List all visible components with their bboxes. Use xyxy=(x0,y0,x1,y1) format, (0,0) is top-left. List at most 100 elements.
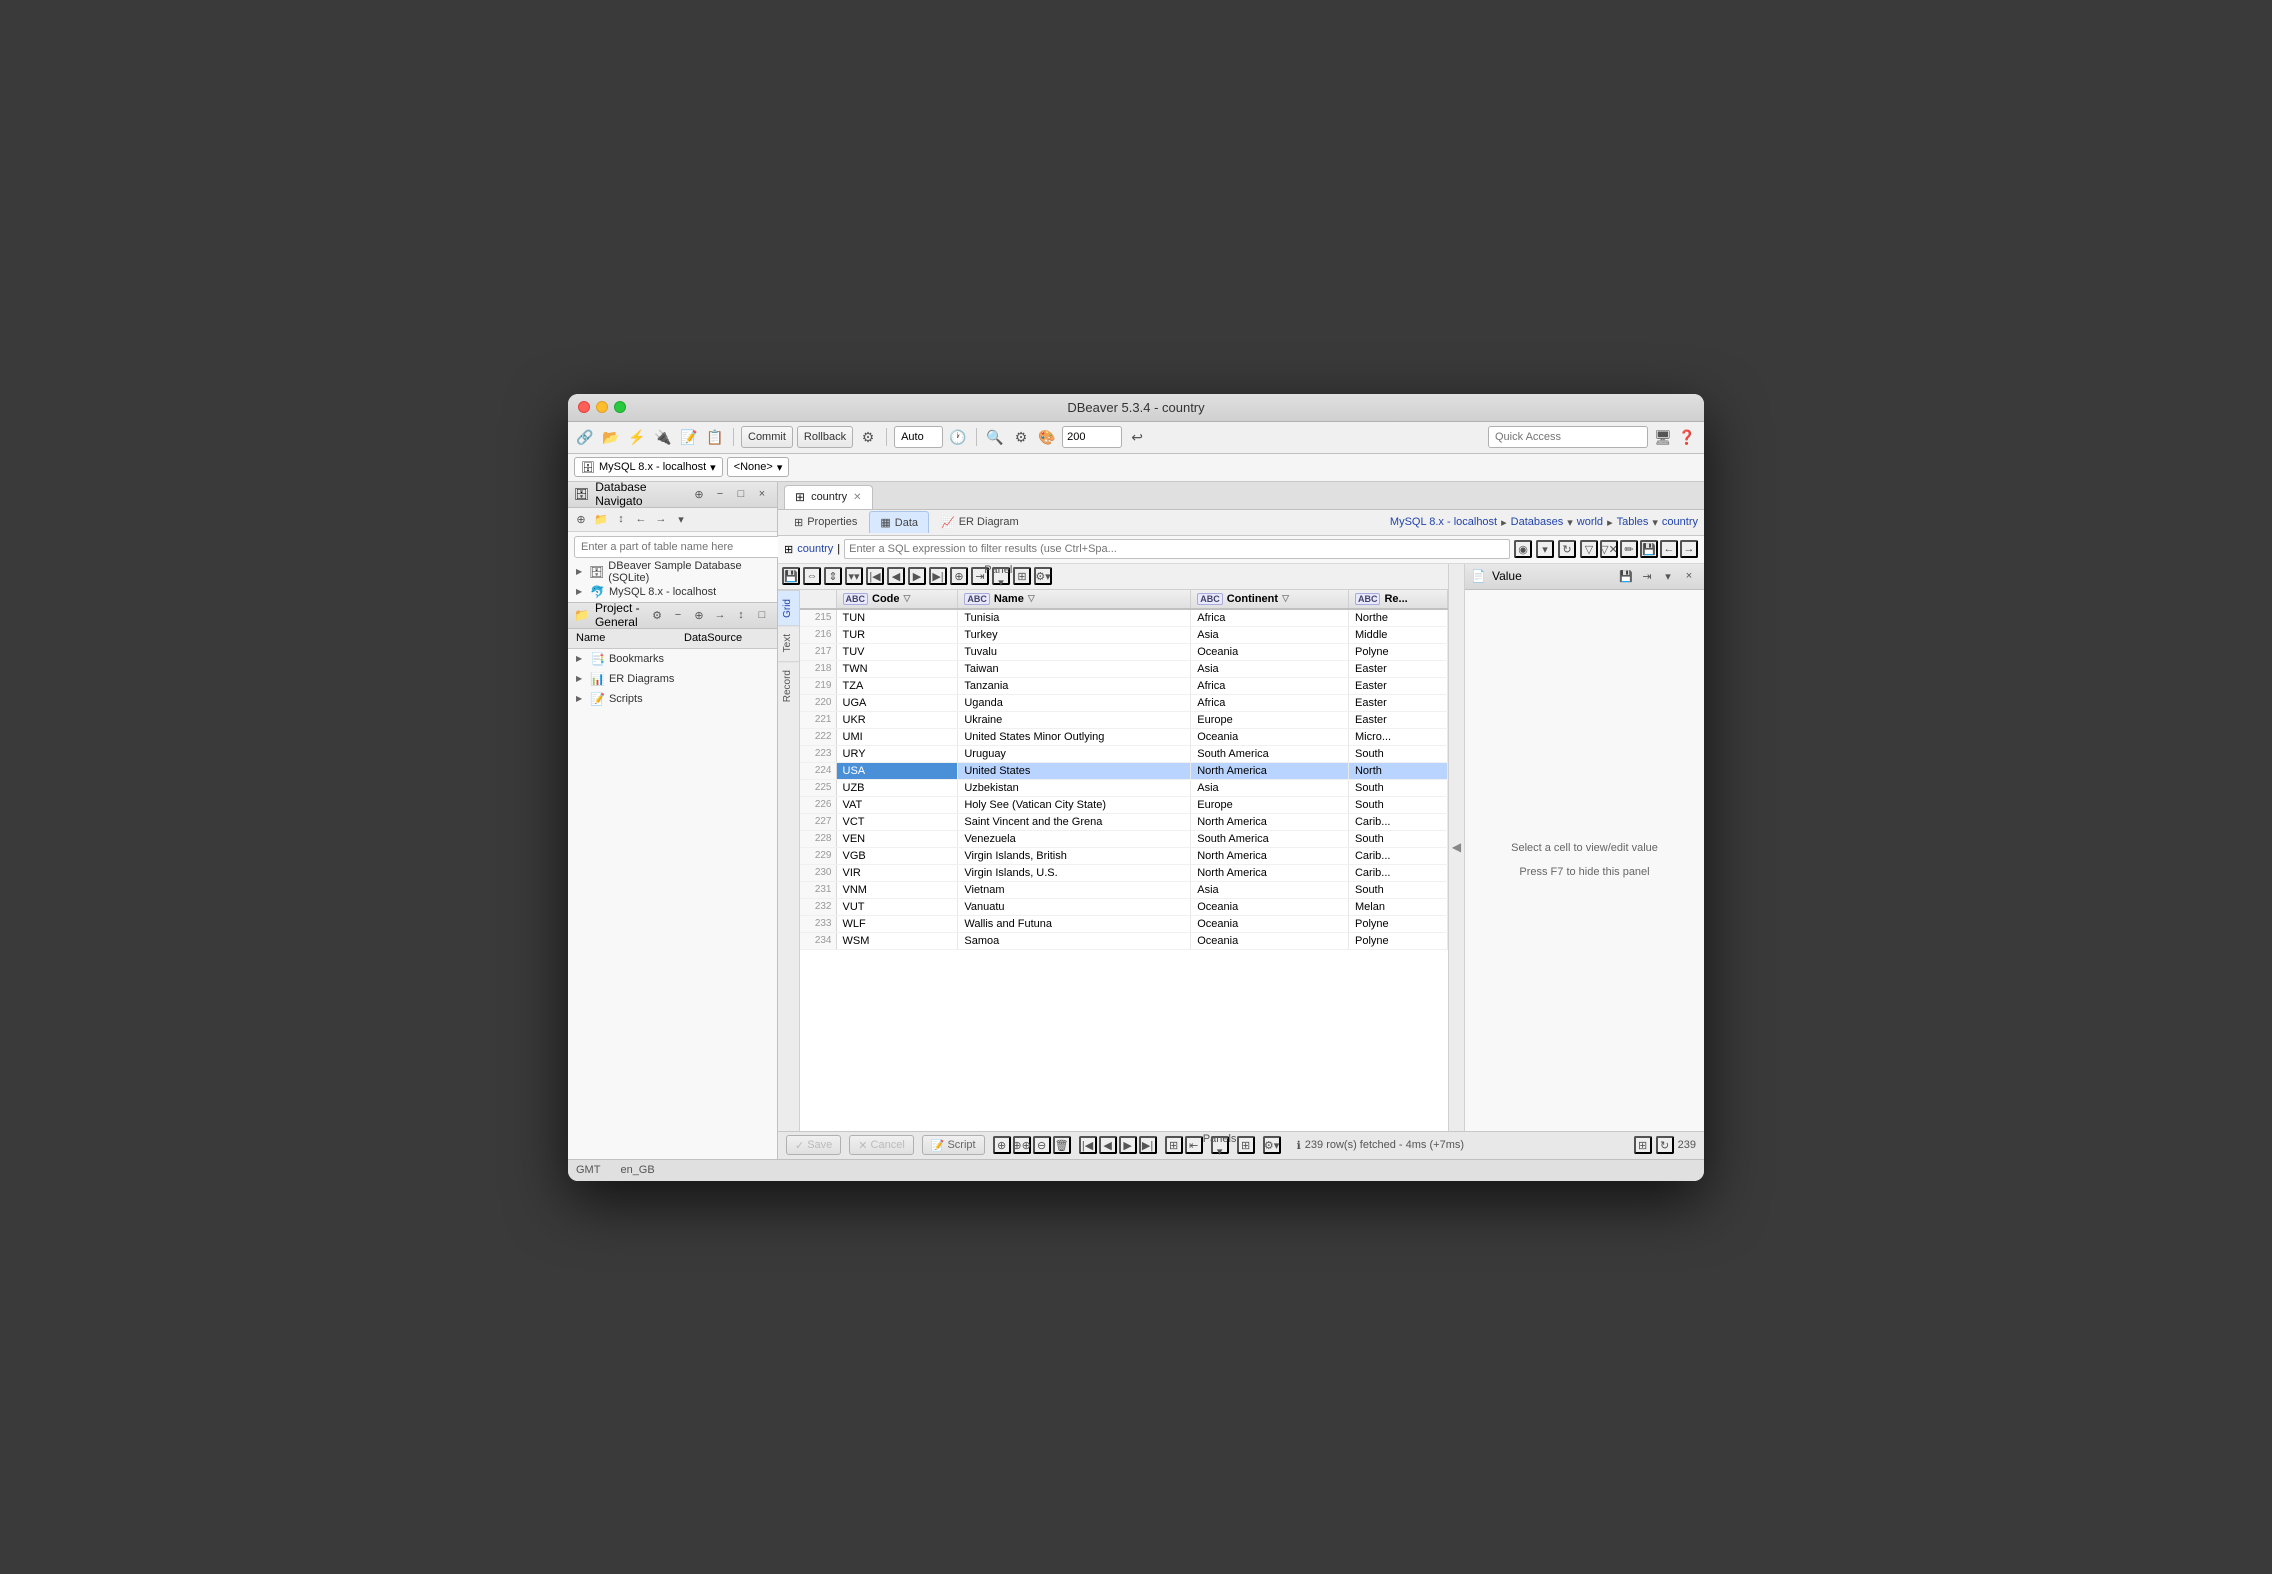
table-row[interactable]: 216TURTurkeyAsiaMiddle xyxy=(800,626,1448,643)
cell-region[interactable]: Northe xyxy=(1348,609,1447,627)
folder-icon[interactable]: 📁 xyxy=(592,510,610,528)
cell-region[interactable]: Easter xyxy=(1348,677,1447,694)
palette-button[interactable]: 🎨 xyxy=(1036,426,1058,448)
row-add-copy-icon[interactable]: ⊕⊕ xyxy=(1013,1136,1031,1154)
row-clear-icon[interactable]: 🗑 xyxy=(1053,1136,1071,1154)
first-row-icon[interactable]: |◀ xyxy=(866,567,884,585)
cell-name[interactable]: Vanuatu xyxy=(958,898,1191,915)
cell-region[interactable]: Polyne xyxy=(1348,932,1447,949)
connect-button[interactable]: ⚡ xyxy=(626,426,648,448)
table-row[interactable]: 232VUTVanuatuOceaniaMelan xyxy=(800,898,1448,915)
filter-edit-icon[interactable]: ✏ xyxy=(1620,540,1638,558)
cell-continent[interactable]: Oceania xyxy=(1191,898,1349,915)
col-region[interactable]: ABC Re... xyxy=(1348,590,1447,609)
refresh-icon[interactable]: ↻ xyxy=(1656,1136,1674,1154)
cell-name[interactable]: Uruguay xyxy=(958,745,1191,762)
breadcrumb-world[interactable]: world xyxy=(1577,516,1603,528)
next-row-icon[interactable]: ▶ xyxy=(908,567,926,585)
table-row[interactable]: 221UKRUkraineEuropeEaster xyxy=(800,711,1448,728)
cell-continent[interactable]: South America xyxy=(1191,830,1349,847)
cell-code[interactable]: VIR xyxy=(836,864,958,881)
cell-code[interactable]: TUV xyxy=(836,643,958,660)
value-export-icon[interactable]: ⇥ xyxy=(1638,567,1656,585)
minimize-button[interactable] xyxy=(596,401,608,413)
breadcrumb-mysql[interactable]: MySQL 8.x - localhost xyxy=(1390,516,1497,528)
cell-name[interactable]: United States xyxy=(958,762,1191,779)
col-continent[interactable]: ABC Continent ▽ xyxy=(1191,590,1349,609)
project-maximize-icon[interactable]: □ xyxy=(753,606,771,624)
new-sql-button[interactable]: 📋 xyxy=(704,426,726,448)
menu-down-icon[interactable]: ▾▾ xyxy=(845,567,863,585)
cell-region[interactable]: Easter xyxy=(1348,711,1447,728)
project-item-er[interactable]: ▶ 📊 ER Diagrams xyxy=(568,669,777,689)
cell-name[interactable]: Tanzania xyxy=(958,677,1191,694)
col-code[interactable]: ABC Code ▽ xyxy=(836,590,958,609)
cell-continent[interactable]: Oceania xyxy=(1191,915,1349,932)
cell-continent[interactable]: North America xyxy=(1191,864,1349,881)
cell-code[interactable]: TZA xyxy=(836,677,958,694)
cell-continent[interactable]: North America xyxy=(1191,847,1349,864)
history-button[interactable]: 🕐 xyxy=(947,426,969,448)
prev-icon[interactable]: ◀ xyxy=(1099,1136,1117,1154)
breadcrumb-tables[interactable]: Tables xyxy=(1617,516,1649,528)
cell-code[interactable]: USA xyxy=(836,762,958,779)
cell-region[interactable]: Carib... xyxy=(1348,864,1447,881)
table-row[interactable]: 227VCTSaint Vincent and the GrenaNorth A… xyxy=(800,813,1448,830)
cell-continent[interactable]: South America xyxy=(1191,745,1349,762)
settings-button[interactable]: ⚙ xyxy=(1010,426,1032,448)
table-row[interactable]: 223URYUruguaySouth AmericaSouth xyxy=(800,745,1448,762)
table-row[interactable]: 224USAUnited StatesNorth AmericaNorth xyxy=(800,762,1448,779)
open-button[interactable]: 📂 xyxy=(600,426,622,448)
project-arrow-icon[interactable]: → xyxy=(711,606,729,624)
config-icon[interactable]: ⚙▾ xyxy=(1034,567,1052,585)
project-new-icon[interactable]: ⊕ xyxy=(690,606,708,624)
copy-rows-icon[interactable]: ⊞ xyxy=(1165,1136,1183,1154)
filter-refresh-icon[interactable]: ↻ xyxy=(1558,540,1576,558)
cell-name[interactable]: Tuvalu xyxy=(958,643,1191,660)
cell-continent[interactable]: Africa xyxy=(1191,609,1349,627)
copy-results-icon[interactable]: ⊞ xyxy=(1634,1136,1652,1154)
nav-arrow-right[interactable]: → xyxy=(652,510,670,528)
filter-down-icon[interactable]: ▾ xyxy=(1536,540,1554,558)
code-filter-icon[interactable]: ▽ xyxy=(904,593,911,604)
new-conn-icon[interactable]: ⊕ xyxy=(572,510,590,528)
side-tab-text[interactable]: Text xyxy=(778,625,799,660)
cell-code[interactable]: VEN xyxy=(836,830,958,847)
value-close-icon[interactable]: × xyxy=(1680,567,1698,585)
prev-row-icon[interactable]: ◀ xyxy=(887,567,905,585)
cell-name[interactable]: Virgin Islands, U.S. xyxy=(958,864,1191,881)
table-row[interactable]: 234WSMSamoaOceaniaPolyne xyxy=(800,932,1448,949)
cell-name[interactable]: Virgin Islands, British xyxy=(958,847,1191,864)
table-row[interactable]: 225UZBUzbekistanAsiaSouth xyxy=(800,779,1448,796)
settings-btn2[interactable]: ⚙▾ xyxy=(1263,1136,1281,1154)
cell-name[interactable]: Venezuela xyxy=(958,830,1191,847)
filter-options-icon[interactable]: ◉ xyxy=(1514,540,1532,558)
project-item-bookmarks[interactable]: ▶ 📑 Bookmarks xyxy=(568,649,777,669)
cell-name[interactable]: Saint Vincent and the Grena xyxy=(958,813,1191,830)
cell-name[interactable]: Tunisia xyxy=(958,609,1191,627)
col-toggle-icon[interactable]: ⇔ xyxy=(803,567,821,585)
import-icon[interactable]: ⇤ xyxy=(1185,1136,1203,1154)
cell-code[interactable]: WSM xyxy=(836,932,958,949)
cell-code[interactable]: TUN xyxy=(836,609,958,627)
cell-name[interactable]: Taiwan xyxy=(958,660,1191,677)
breadcrumb-country[interactable]: country xyxy=(1662,516,1698,528)
project-item-scripts[interactable]: ▶ 📝 Scripts xyxy=(568,689,777,709)
cell-code[interactable]: WLF xyxy=(836,915,958,932)
cell-code[interactable]: UGA xyxy=(836,694,958,711)
maximize-button[interactable] xyxy=(614,401,626,413)
zoom-input[interactable] xyxy=(1062,426,1122,448)
zoom-out-button[interactable]: 🔍 xyxy=(984,426,1006,448)
script-button[interactable]: 📝 Script xyxy=(922,1135,985,1155)
navigator-search-input[interactable] xyxy=(574,536,783,558)
sub-tab-data[interactable]: ▦ Data xyxy=(869,511,929,533)
cell-region[interactable]: Easter xyxy=(1348,694,1447,711)
table-row[interactable]: 229VGBVirgin Islands, BritishNorth Ameri… xyxy=(800,847,1448,864)
cell-continent[interactable]: Africa xyxy=(1191,677,1349,694)
cell-code[interactable]: TUR xyxy=(836,626,958,643)
cell-continent[interactable]: North America xyxy=(1191,813,1349,830)
cell-continent[interactable]: Asia xyxy=(1191,660,1349,677)
count-icon[interactable]: ⊕ xyxy=(950,567,968,585)
cell-continent[interactable]: Oceania xyxy=(1191,932,1349,949)
cell-code[interactable]: VCT xyxy=(836,813,958,830)
